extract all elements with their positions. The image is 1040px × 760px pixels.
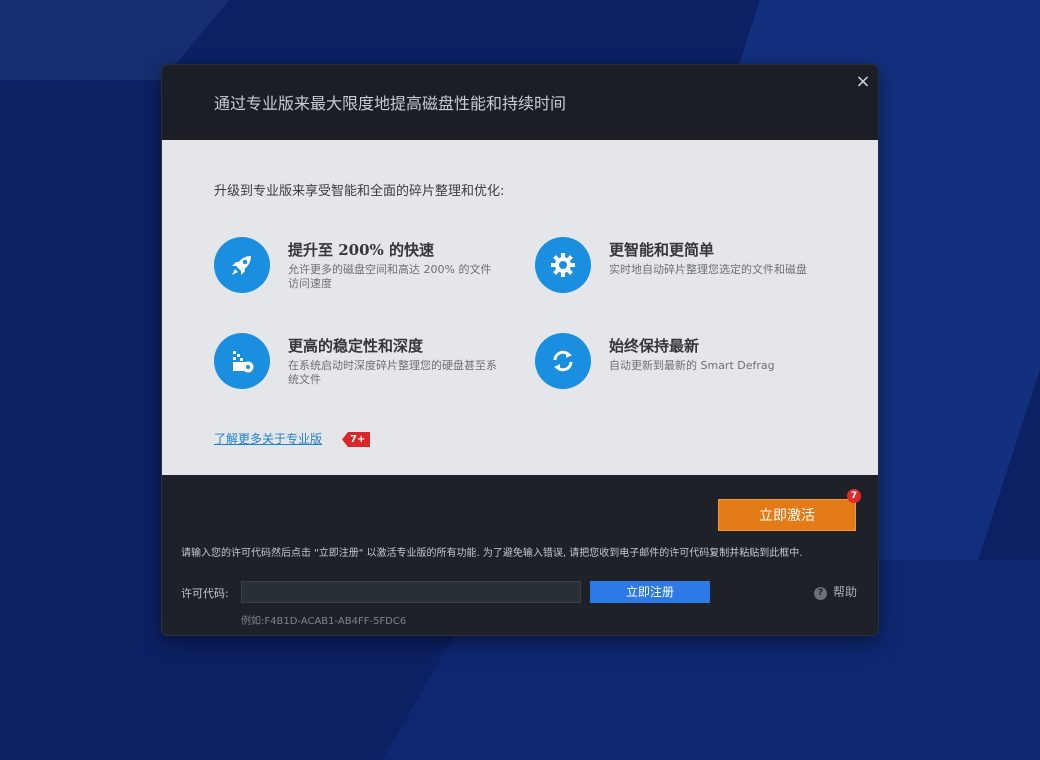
- feature-smart: 更智能和更简单 实时地自动碎片整理您选定的文件和磁盘: [535, 237, 815, 307]
- question-icon: ?: [814, 587, 827, 600]
- feature-description: 在系统启动时深度碎片整理您的硬盘甚至系统文件: [288, 359, 497, 386]
- help-label: 帮助: [833, 585, 858, 599]
- version-badge: 7+: [342, 432, 371, 447]
- disk-defrag-icon: [214, 333, 270, 389]
- refresh-icon: [535, 333, 591, 389]
- features-panel: 升级到专业版来享受智能和全面的碎片整理和优化: 提升至 200% 的快速 允许更…: [162, 140, 878, 475]
- close-icon[interactable]: ×: [852, 71, 874, 93]
- register-button[interactable]: 立即注册: [590, 581, 710, 603]
- license-footer: 立即激活 7 请输入您的许可代码然后点击 "立即注册" 以激活专业版的所有功能.…: [162, 475, 878, 635]
- upgrade-dialog: 通过专业版来最大限度地提高磁盘性能和持续时间 × 升级到专业版来享受智能和全面的…: [162, 65, 878, 635]
- feature-stability: 更高的稳定性和深度 在系统启动时深度碎片整理您的硬盘甚至系统文件: [214, 333, 497, 403]
- notification-badge: 7: [847, 489, 861, 503]
- activate-button[interactable]: 立即激活: [718, 499, 856, 531]
- dialog-header: 通过专业版来最大限度地提高磁盘性能和持续时间 ×: [162, 65, 878, 140]
- feature-title: 始终保持最新: [609, 337, 700, 355]
- license-code-label: 许可代码:: [181, 587, 229, 600]
- license-example: 例如:F4B1D-ACAB1-AB4FF-5FDC6: [241, 616, 407, 627]
- feature-title: 更智能和更简单: [609, 241, 715, 259]
- feature-description: 实时地自动碎片整理您选定的文件和磁盘: [609, 263, 807, 276]
- feature-title: 提升至 200% 的快速: [288, 241, 435, 259]
- feature-title: 更高的稳定性和深度: [288, 337, 424, 355]
- feature-speed: 提升至 200% 的快速 允许更多的磁盘空间和高达 200% 的文件访问速度: [214, 237, 494, 307]
- feature-description: 允许更多的磁盘空间和高达 200% 的文件访问速度: [288, 263, 492, 290]
- help-link[interactable]: ? 帮助: [814, 583, 857, 600]
- intro-text: 升级到专业版来享受智能和全面的碎片整理和优化:: [214, 184, 505, 199]
- rocket-icon: [214, 237, 270, 293]
- instructions-text: 请输入您的许可代码然后点击 "立即注册" 以激活专业版的所有功能. 为了避免输入…: [181, 548, 803, 559]
- learn-more-link[interactable]: 了解更多关于专业版: [214, 430, 322, 447]
- feature-description: 自动更新到最新的 Smart Defrag: [609, 359, 775, 372]
- gear-icon: [535, 237, 591, 293]
- feature-update: 始终保持最新 自动更新到最新的 Smart Defrag: [535, 333, 815, 403]
- dialog-title: 通过专业版来最大限度地提高磁盘性能和持续时间: [214, 94, 567, 113]
- license-code-input[interactable]: [241, 581, 581, 603]
